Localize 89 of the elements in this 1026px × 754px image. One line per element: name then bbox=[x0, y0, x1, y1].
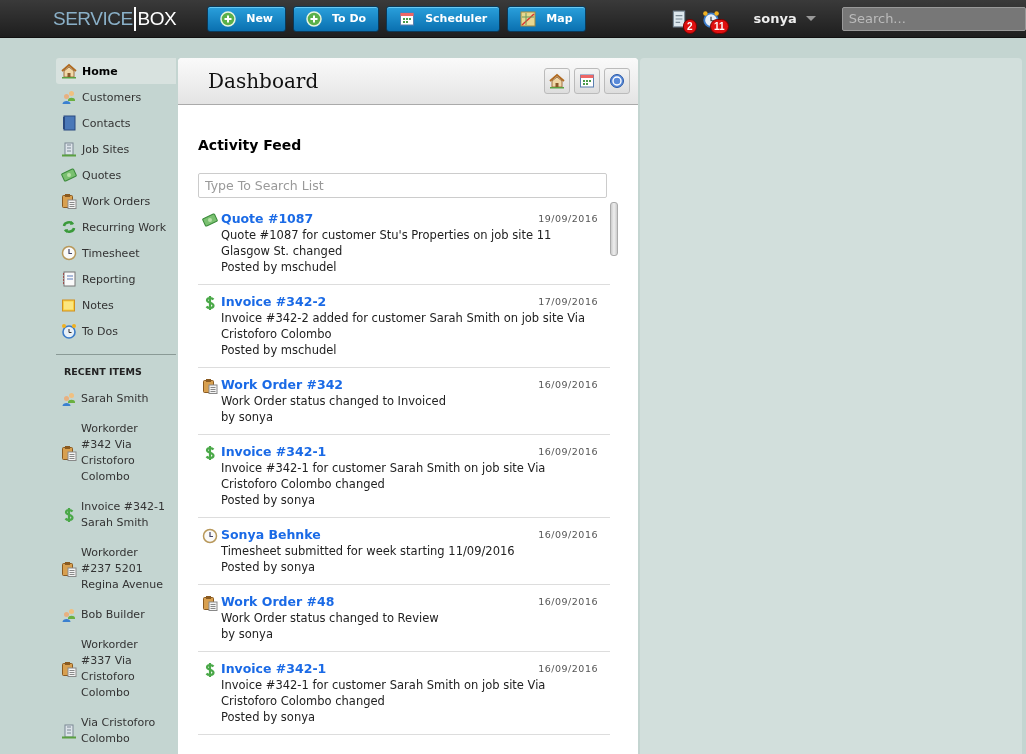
feed-item-text: Work Order status changed to Review bbox=[221, 610, 440, 626]
people-icon bbox=[61, 391, 77, 407]
sidebar-item[interactable]: Reporting bbox=[56, 266, 176, 292]
sidebar-item[interactable]: Job Sites bbox=[56, 136, 176, 162]
sidebar-item[interactable]: Quotes bbox=[56, 162, 176, 188]
building-icon bbox=[61, 723, 77, 739]
help-icon bbox=[609, 73, 625, 89]
recent-item-link[interactable]: Via Cristoforo Colombo bbox=[81, 715, 165, 747]
feed-item-link[interactable]: Invoice #342-1 bbox=[221, 661, 327, 677]
clipboard-icon bbox=[61, 661, 77, 677]
feed-item-link[interactable]: Invoice #342-2 bbox=[221, 294, 327, 310]
section-heading: RECENT ITEMS bbox=[63, 365, 143, 379]
date: 16/09/2016 bbox=[538, 378, 598, 392]
toolbar-button[interactable]: Map bbox=[507, 5, 586, 32]
book-icon bbox=[61, 115, 77, 131]
alarm-clock-icon bbox=[61, 323, 77, 339]
feed-item-text: Invoice #342-1 for customer Sarah Smith on job site Via Cristoforo Colombo changed bbox=[221, 460, 547, 492]
scrollbar-thumb[interactable] bbox=[610, 202, 618, 256]
home-icon bbox=[61, 63, 77, 79]
header-button[interactable] bbox=[544, 68, 570, 94]
clipboard-icon bbox=[202, 595, 218, 611]
toolbar-button[interactable]: Scheduler bbox=[386, 5, 501, 32]
recent-item-link[interactable]: Sarah Smith bbox=[81, 391, 165, 407]
calendar-icon bbox=[579, 73, 595, 89]
feed-item-text: Invoice #342-1 for customer Sarah Smith on job site Via Cristoforo Colombo changed bbox=[221, 677, 547, 709]
clipboard-icon bbox=[61, 445, 77, 461]
user-menu[interactable]: sonya bbox=[753, 11, 816, 26]
feed-item-link[interactable]: Sonya Behnke bbox=[221, 527, 321, 543]
sidebar-item[interactable]: Home bbox=[56, 58, 176, 84]
clock-icon bbox=[61, 245, 77, 261]
sidebar-item[interactable]: Customers bbox=[56, 84, 176, 110]
toolbar-button[interactable]: New bbox=[207, 5, 287, 32]
posted-by: by sonya bbox=[221, 626, 274, 642]
notepad-icon bbox=[61, 271, 77, 287]
feed-item-link[interactable]: Invoice #342-1 bbox=[221, 444, 327, 460]
logo: SERVICE BOX bbox=[53, 6, 177, 31]
date: 16/09/2016 bbox=[538, 445, 598, 459]
feed-item-text: Invoice #342-2 added for customer Sarah Smith on job site Via Cristoforo Colombo bbox=[221, 310, 587, 342]
clipboard-icon bbox=[202, 378, 218, 394]
clipboard-icon bbox=[61, 561, 77, 577]
map-icon bbox=[520, 10, 537, 27]
people-icon bbox=[61, 89, 77, 105]
banknote-icon bbox=[61, 167, 77, 183]
feed-item-text: Timesheet submitted for week starting 11/09/2016 bbox=[221, 543, 516, 559]
date: 16/09/2016 bbox=[538, 662, 598, 676]
recent-item-link[interactable]: Workorder #237 5201 Regina Avenue bbox=[81, 545, 165, 593]
search-field[interactable]: Search... bbox=[841, 6, 1026, 31]
people-icon bbox=[61, 607, 77, 623]
feed-item-link[interactable]: Work Order #342 bbox=[221, 377, 344, 393]
posted-by: Posted by sonya bbox=[221, 492, 317, 508]
home-icon bbox=[549, 73, 565, 89]
sidebar-item[interactable]: To Dos bbox=[56, 318, 176, 344]
header-button[interactable] bbox=[604, 68, 630, 94]
recent-item-link[interactable]: Invoice #342-1 Sarah Smith bbox=[81, 499, 165, 531]
section-title: Activity Feed bbox=[198, 137, 303, 153]
posted-by: Posted by mschudel bbox=[221, 342, 338, 358]
search-field[interactable]: Type To Search List bbox=[198, 173, 607, 198]
date: 16/09/2016 bbox=[538, 595, 598, 609]
page-title: Dashboard bbox=[208, 69, 320, 93]
clipboard-icon bbox=[61, 193, 77, 209]
sidebar-item[interactable]: Timesheet bbox=[56, 240, 176, 266]
sidebar-item[interactable]: Notes bbox=[56, 292, 176, 318]
cycle-arrows-icon bbox=[61, 219, 77, 235]
recent-item-link[interactable]: Workorder #337 Via Cristoforo Colombo bbox=[81, 637, 165, 701]
feed-item-link[interactable]: Work Order #48 bbox=[221, 594, 335, 610]
sidebar-item[interactable]: Contacts bbox=[56, 110, 176, 136]
posted-by: Posted by sonya bbox=[221, 559, 317, 575]
posted-by: Posted by sonya bbox=[221, 709, 317, 725]
sidebar-item[interactable]: Work Orders bbox=[56, 188, 176, 214]
date: 19/09/2016 bbox=[538, 212, 598, 226]
plus-circle-icon bbox=[220, 10, 237, 27]
posted-by: by sonya bbox=[221, 409, 274, 425]
recent-item-link[interactable]: Bob Builder bbox=[81, 607, 165, 623]
banknote-icon bbox=[202, 212, 218, 228]
feed-item-text: Work Order status changed to Invoiced bbox=[221, 393, 447, 409]
date: 17/09/2016 bbox=[538, 295, 598, 309]
note-icon bbox=[61, 297, 77, 313]
sidebar-item[interactable]: Recurring Work bbox=[56, 214, 176, 240]
feed-item-link[interactable]: Quote #1087 bbox=[221, 211, 314, 227]
posted-by: Posted by mschudel bbox=[221, 259, 338, 275]
header-button[interactable] bbox=[574, 68, 600, 94]
building-icon bbox=[61, 141, 77, 157]
toolbar-button[interactable]: To Do bbox=[293, 5, 380, 32]
recent-item-link[interactable]: Workorder #342 Via Cristoforo Colombo bbox=[81, 421, 165, 485]
calendar-icon bbox=[399, 10, 416, 27]
plus-circle-icon bbox=[306, 10, 323, 27]
date: 16/09/2016 bbox=[538, 528, 598, 542]
feed-item-text: Quote #1087 for customer Stu's Properties on job site 11 Glasgow St. changed bbox=[221, 227, 553, 259]
clock-icon bbox=[202, 528, 218, 544]
